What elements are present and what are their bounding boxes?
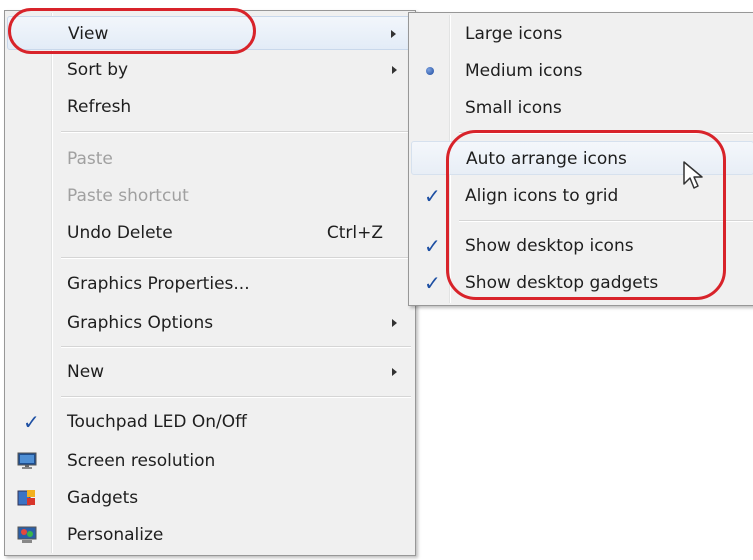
- menu-item-graphics-options[interactable]: Graphics Options: [7, 306, 413, 340]
- submenu-separator: [459, 220, 753, 222]
- mouse-cursor-icon: [683, 161, 703, 189]
- submenu-arrow-icon: [392, 368, 397, 376]
- monitor-icon: [17, 452, 37, 469]
- checkmark-icon: ✓: [424, 234, 441, 258]
- menu-item-touchpad-led[interactable]: ✓ Touchpad LED On/Off: [7, 405, 413, 439]
- menu-item-undo-delete[interactable]: Undo Delete Ctrl+Z: [7, 216, 413, 250]
- menu-item-paste[interactable]: Paste: [7, 142, 413, 176]
- menu-item-personalize-label: Personalize: [67, 525, 164, 545]
- view-submenu: Large icons Medium icons Small icons Aut…: [408, 12, 753, 306]
- submenu-item-small-icons-label: Small icons: [465, 98, 562, 118]
- menu-item-refresh[interactable]: Refresh: [7, 90, 413, 124]
- submenu-separator: [459, 132, 753, 134]
- menu-item-screen-resolution-label: Screen resolution: [67, 451, 216, 471]
- menu-item-sort-by[interactable]: Sort by: [7, 53, 413, 87]
- submenu-item-align-to-grid-label: Align icons to grid: [465, 186, 619, 206]
- menu-item-personalize[interactable]: Personalize: [7, 518, 413, 552]
- submenu-item-large-icons[interactable]: Large icons: [411, 17, 753, 51]
- submenu-arrow-icon: [392, 319, 397, 327]
- menu-item-graphics-properties[interactable]: Graphics Properties...: [7, 267, 413, 301]
- submenu-item-medium-icons[interactable]: Medium icons: [411, 54, 753, 88]
- menu-item-undo-delete-label: Undo Delete: [67, 223, 173, 243]
- checkmark-icon: ✓: [424, 184, 441, 208]
- gadgets-icon: [17, 490, 35, 506]
- menu-separator: [61, 396, 411, 398]
- submenu-item-show-desktop-gadgets-label: Show desktop gadgets: [465, 273, 659, 293]
- submenu-item-medium-icons-label: Medium icons: [465, 61, 583, 81]
- submenu-item-show-desktop-icons[interactable]: ✓ Show desktop icons: [411, 229, 753, 263]
- shortcut-hint: Ctrl+Z: [326, 223, 383, 243]
- submenu-item-auto-arrange-label: Auto arrange icons: [466, 149, 627, 169]
- menu-item-paste-shortcut-label: Paste shortcut: [67, 186, 189, 206]
- submenu-arrow-icon: [392, 66, 397, 74]
- menu-separator: [61, 131, 411, 133]
- menu-item-gadgets[interactable]: Gadgets: [7, 481, 413, 515]
- menu-separator: [61, 257, 411, 259]
- menu-item-touchpad-led-label: Touchpad LED On/Off: [67, 412, 247, 432]
- menu-item-sort-by-label: Sort by: [67, 60, 129, 80]
- menu-item-view[interactable]: View: [7, 16, 413, 50]
- personalize-icon: [17, 526, 37, 543]
- submenu-item-show-desktop-gadgets[interactable]: ✓ Show desktop gadgets: [411, 266, 753, 300]
- desktop-context-menu: View Sort by Refresh Paste Paste shortcu…: [4, 10, 416, 556]
- menu-item-new[interactable]: New: [7, 355, 413, 389]
- menu-separator: [61, 346, 411, 348]
- checkmark-icon: ✓: [424, 271, 441, 295]
- menu-item-paste-shortcut[interactable]: Paste shortcut: [7, 179, 413, 213]
- menu-item-gadgets-label: Gadgets: [67, 488, 139, 508]
- menu-item-graphics-options-label: Graphics Options: [67, 313, 214, 333]
- checkmark-icon: ✓: [23, 410, 40, 434]
- menu-item-new-label: New: [67, 362, 105, 382]
- menu-item-screen-resolution[interactable]: Screen resolution: [7, 444, 413, 478]
- radio-bullet-icon: [426, 67, 434, 75]
- menu-item-graphics-properties-label: Graphics Properties...: [67, 274, 250, 294]
- submenu-item-show-desktop-icons-label: Show desktop icons: [465, 236, 634, 256]
- menu-item-view-label: View: [68, 24, 109, 44]
- menu-item-paste-label: Paste: [67, 149, 113, 169]
- menu-item-refresh-label: Refresh: [67, 97, 132, 117]
- submenu-arrow-icon: [391, 30, 396, 38]
- submenu-item-large-icons-label: Large icons: [465, 24, 563, 44]
- submenu-item-small-icons[interactable]: Small icons: [411, 91, 753, 125]
